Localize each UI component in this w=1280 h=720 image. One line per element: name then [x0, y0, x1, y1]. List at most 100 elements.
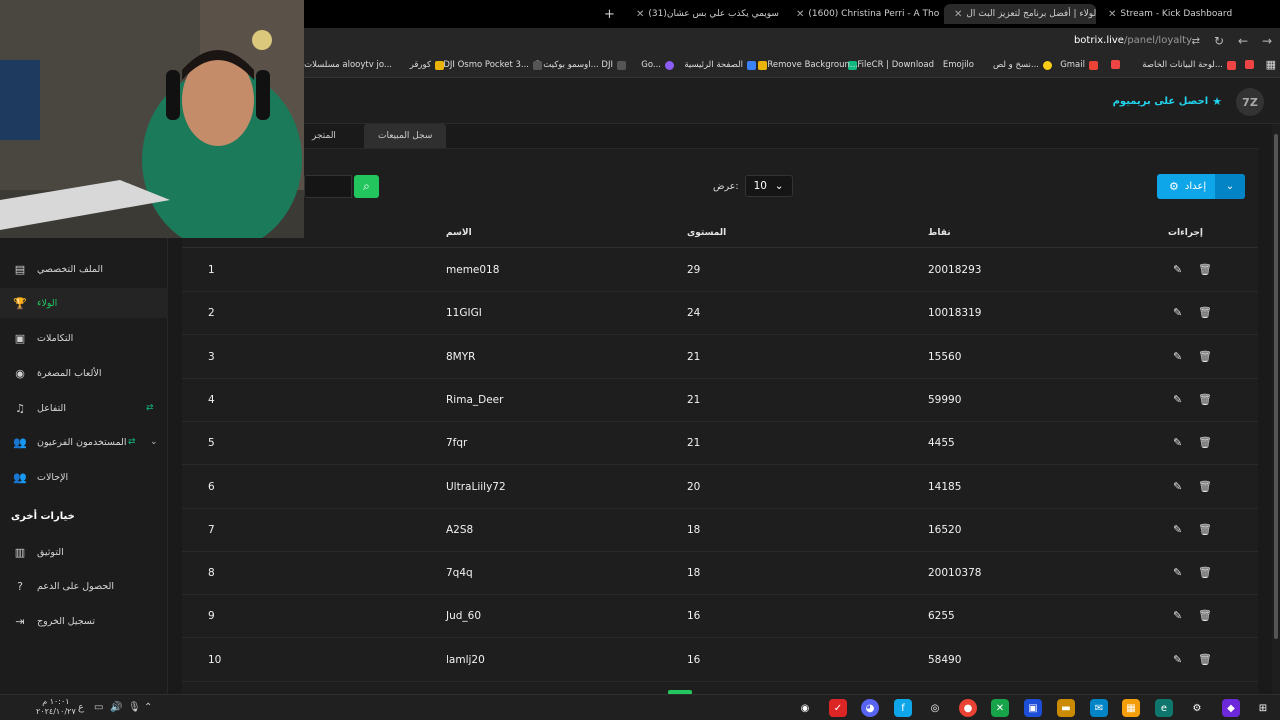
xbox-icon[interactable]: ✕ — [991, 699, 1009, 717]
language-indicator[interactable]: ع — [78, 702, 84, 713]
sidebar-item-referrals[interactable]: 👥 الإحالات — [0, 462, 168, 492]
name-cell: Rima_Deer — [446, 393, 504, 406]
sidebar-item-docs[interactable]: ▥ التوثيق — [0, 537, 168, 567]
bookmark-9[interactable]: Go... — [641, 60, 674, 70]
delete-icon[interactable]: 🗑 — [1198, 609, 1212, 622]
column-header-points[interactable]: نقاط — [928, 228, 951, 238]
page-scrollbar[interactable] — [1272, 124, 1280, 694]
tab-close-icon[interactable]: ✕ — [954, 9, 962, 20]
discord-icon[interactable]: ◕ — [861, 699, 879, 717]
setup-button[interactable]: ⚙ إعداد ⌄ — [1157, 174, 1245, 199]
bookmark-0[interactable] — [1241, 60, 1254, 69]
apps-grid-icon[interactable]: ▦ — [1266, 58, 1276, 71]
name-cell: UltraLiily72 — [446, 480, 506, 493]
bookmark-5[interactable]: Emojilo — [943, 60, 974, 70]
edit-icon[interactable]: ✎ — [1173, 436, 1182, 449]
sidebar-item-interaction[interactable]: ♫ التفاعل ⇄ — [0, 393, 168, 423]
bookmark-1[interactable]: لوحة البيانات الخاصة... — [1142, 60, 1236, 70]
site-settings-icon[interactable]: ⇄ — [1192, 36, 1200, 47]
chevron-down-icon[interactable]: ⌄ — [150, 437, 158, 447]
volume-icon[interactable]: 🔊 — [110, 702, 122, 713]
tab-sales-log[interactable]: سجل المبيعات — [364, 124, 447, 148]
bookmark-11[interactable]: DJI Osmo Pocket 3... — [443, 60, 542, 70]
bookmark-8[interactable]: الصفحة الرئيسية — [684, 60, 756, 70]
forward-arrow-icon[interactable]: → — [1262, 34, 1272, 48]
app-icon[interactable]: ✓ — [829, 699, 847, 717]
sidebar-item-profile[interactable]: ▤ الملف التخصصي — [0, 254, 168, 284]
botrix-logo[interactable]: 7Z — [1236, 88, 1264, 116]
chevron-up-icon[interactable]: ⌃ — [144, 702, 152, 713]
edge-icon[interactable]: e — [1155, 699, 1173, 717]
app-icon[interactable]: f — [894, 699, 912, 717]
delete-icon[interactable]: 🗑 — [1198, 306, 1212, 319]
tab-store[interactable]: المتجر — [298, 124, 350, 148]
delete-icon[interactable]: 🗑 — [1198, 393, 1212, 406]
tab-close-icon[interactable]: ✕ — [636, 9, 644, 20]
bookmark-2[interactable] — [1107, 60, 1120, 69]
bookmark-3[interactable]: Gmail — [1060, 60, 1102, 70]
app-icon[interactable]: ◆ — [1222, 699, 1240, 717]
search-button[interactable]: ⌕ — [354, 175, 379, 198]
windows-start-icon[interactable]: ⊞ — [1254, 699, 1272, 717]
chrome-icon[interactable]: ● — [959, 699, 977, 717]
microphone-icon[interactable]: 🎙 — [128, 702, 141, 713]
new-tab-button[interactable]: + — [598, 4, 620, 24]
sidebar-item-loyalty[interactable]: 🏆 الولاء — [0, 288, 168, 318]
tab-kick-dashboard[interactable]: ✕ Stream - Kick Dashboard — [1098, 4, 1238, 24]
system-clock[interactable]: ١٠:٠١ م ٢٠٢٤/١٠/٢٧ — [36, 697, 76, 717]
edit-icon[interactable]: ✎ — [1173, 263, 1182, 276]
obs-icon[interactable]: ◎ — [926, 699, 944, 717]
delete-icon[interactable]: 🗑 — [1198, 523, 1212, 536]
setup-dropdown-toggle[interactable]: ⌄ — [1215, 174, 1245, 199]
sidebar-item-minigames[interactable]: ◉ الألعاب المصغرة — [0, 358, 168, 388]
app-icon[interactable]: ◉ — [796, 699, 814, 717]
calendar-icon[interactable]: ▦ — [1122, 699, 1140, 717]
bookmark-label: مسلسلات alooytv jo... — [304, 60, 392, 70]
delete-icon[interactable]: 🗑 — [1198, 263, 1212, 276]
sidebar-item-logout[interactable]: ⇥ تسجيل الخروج — [0, 606, 168, 636]
tab-tiktok[interactable]: ✕ (31)سويمي يكذب علي بس عشان — [626, 4, 782, 24]
bookmark-13[interactable]: مسلسلات alooytv jo... — [304, 60, 392, 70]
edit-icon[interactable]: ✎ — [1173, 480, 1182, 493]
search-input[interactable] — [304, 175, 352, 198]
delete-icon[interactable]: 🗑 — [1198, 653, 1212, 666]
scrollbar-thumb[interactable] — [1274, 134, 1278, 639]
delete-icon[interactable]: 🗑 — [1198, 436, 1212, 449]
column-header-name[interactable]: الاسم — [446, 228, 472, 238]
delete-icon[interactable]: 🗑 — [1198, 480, 1212, 493]
sidebar-item-integrations[interactable]: ▣ التكاملات — [0, 323, 168, 353]
file-explorer-icon[interactable]: ▬ — [1057, 699, 1075, 717]
setup-label: إعداد — [1184, 181, 1207, 192]
bookmark-12[interactable]: كورقر — [410, 60, 444, 70]
bookmark-10[interactable]: اوسمو بوكيت 3... DJI — [535, 60, 626, 70]
delete-icon[interactable]: 🗑 — [1198, 350, 1212, 363]
settings-icon[interactable]: ⚙ — [1188, 699, 1206, 717]
tab-youtube-music[interactable]: ✕ (1600) Christina Perri - A Thous — [786, 4, 940, 24]
edit-icon[interactable]: ✎ — [1173, 306, 1182, 319]
edit-icon[interactable]: ✎ — [1173, 393, 1182, 406]
sidebar-item-support[interactable]: ? الحصول على الدعم — [0, 571, 168, 601]
delete-icon[interactable]: 🗑 — [1198, 566, 1212, 579]
back-arrow-icon[interactable]: ← — [1238, 34, 1248, 48]
users-icon: 👥 — [13, 435, 27, 449]
column-header-level[interactable]: المستوى — [687, 228, 726, 238]
reload-icon[interactable]: ↻ — [1214, 34, 1224, 48]
bookmark-4[interactable]: نسخ و لص... — [993, 60, 1052, 70]
edit-icon[interactable]: ✎ — [1173, 653, 1182, 666]
tab-close-icon[interactable]: ✕ — [796, 9, 804, 20]
bookmark-7[interactable]: Remove Backgroun... — [754, 60, 858, 70]
url-field[interactable]: botrix.live/panel/loyalty — [1074, 35, 1192, 46]
per-page-select[interactable]: 10 ⌄ — [744, 175, 793, 197]
url-path: /panel/loyalty — [1123, 35, 1192, 46]
get-premium-link[interactable]: احصل على بريميوم ★ — [1113, 95, 1222, 108]
outlook-icon[interactable]: ✉ — [1090, 699, 1108, 717]
tab-botrix-loyalty[interactable]: ✕ الولاء | أفضل برنامج لتعزيز البث ال — [944, 4, 1096, 24]
sidebar-item-subusers[interactable]: 👥 المستخدمون الفرعيون ⇄ ⌄ — [0, 427, 168, 457]
edit-icon[interactable]: ✎ — [1173, 350, 1182, 363]
edit-icon[interactable]: ✎ — [1173, 609, 1182, 622]
edit-icon[interactable]: ✎ — [1173, 523, 1182, 536]
app-icon[interactable]: ▣ — [1024, 699, 1042, 717]
network-icon[interactable]: ▭ — [94, 702, 103, 713]
tab-close-icon[interactable]: ✕ — [1108, 9, 1116, 20]
edit-icon[interactable]: ✎ — [1173, 566, 1182, 579]
